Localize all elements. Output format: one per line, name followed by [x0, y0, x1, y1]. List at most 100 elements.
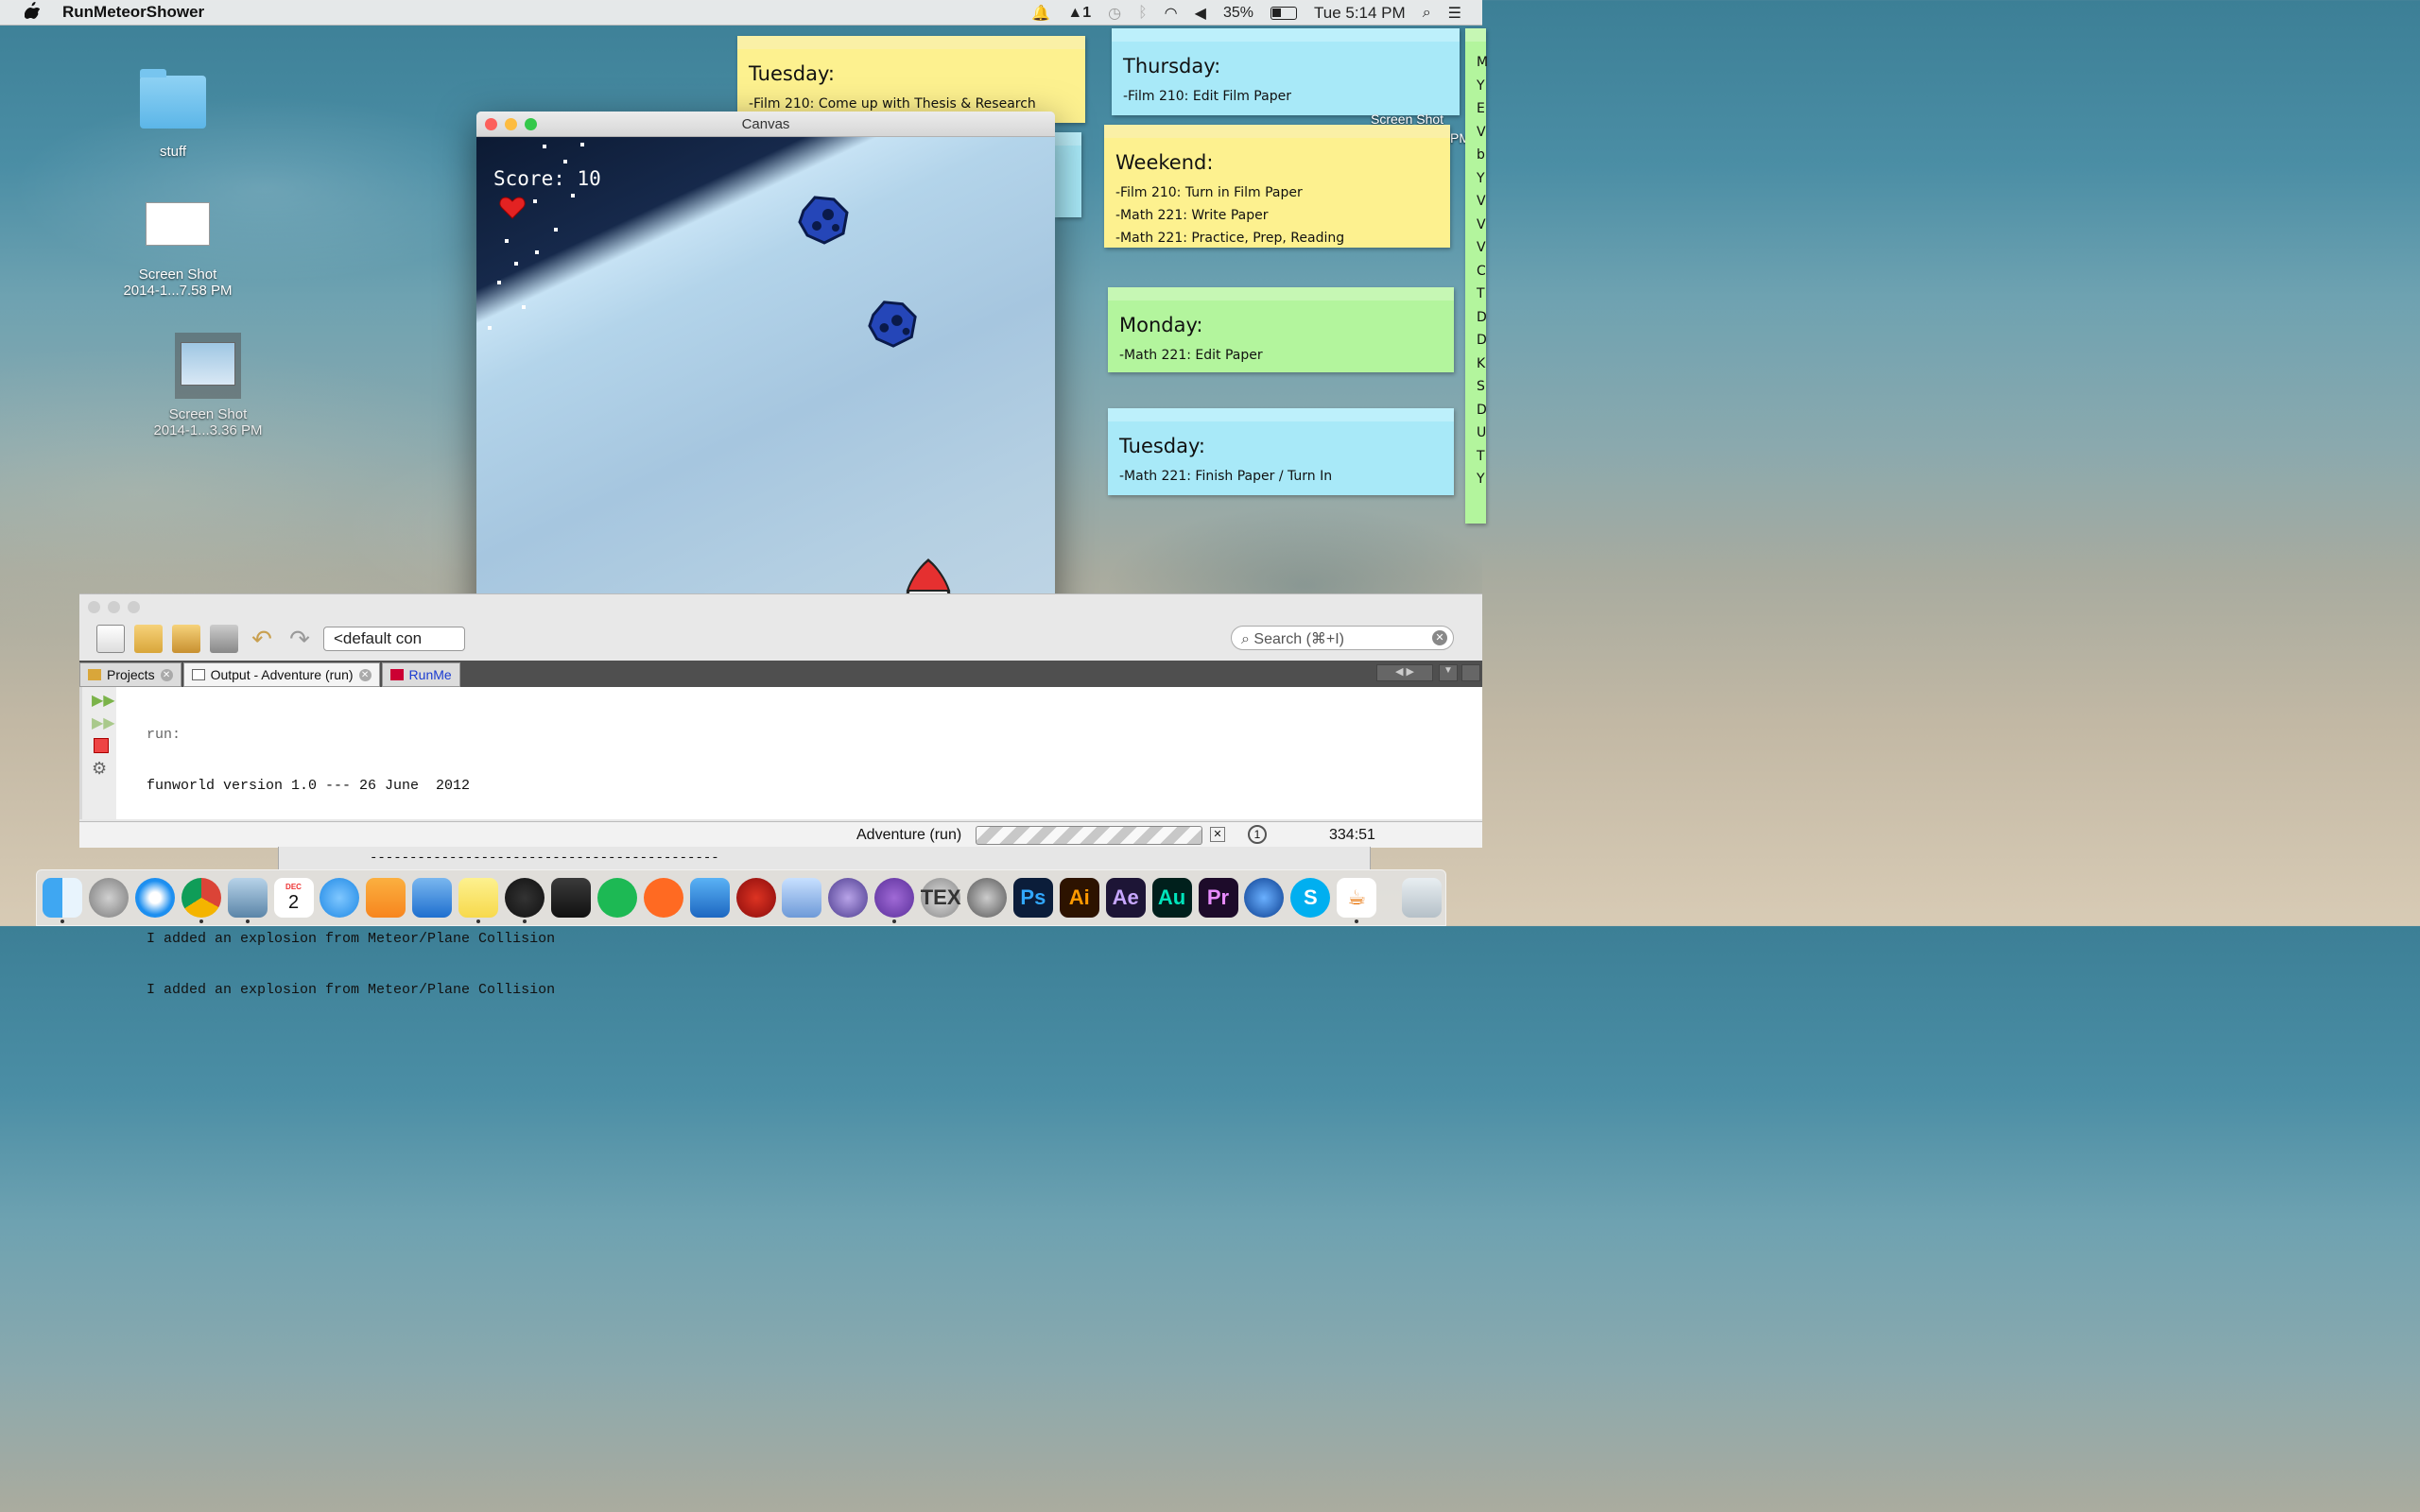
illustrator-icon[interactable]: Ai [1059, 878, 1099, 918]
messages-icon[interactable] [320, 878, 360, 918]
search-placeholder: Search (⌘+I) [1253, 631, 1345, 647]
volume-icon[interactable]: ◀ [1195, 4, 1206, 23]
spotlight-search-icon[interactable]: ⌕ [1423, 5, 1431, 22]
sticky-line: -Math 221: Write Paper [1115, 208, 1269, 223]
ide-zoom-button[interactable] [128, 601, 140, 613]
calendar-icon[interactable]: DEC 2 [273, 878, 314, 918]
preview-icon[interactable] [227, 878, 268, 918]
ide-search-input[interactable]: ⌕ Search (⌘+I) ✕ [1231, 626, 1454, 650]
sticky-note-hidden[interactable] [1055, 132, 1081, 217]
time-machine-icon[interactable]: ◷ [1108, 4, 1121, 23]
soundcloud-icon[interactable] [643, 878, 683, 918]
chrome-icon[interactable] [181, 878, 221, 918]
sticky-note-tuesday-math[interactable]: Tuesday: -Math 221: Finish Paper / Turn … [1108, 408, 1454, 495]
notification-bell-icon[interactable]: 🔔 [1031, 4, 1050, 23]
ide-titlebar[interactable] [79, 594, 1482, 620]
tab-projects[interactable]: Projects ✕ [79, 662, 182, 687]
meteor-icon [868, 301, 917, 348]
settings-gear-icon[interactable]: ⚙ [92, 759, 107, 779]
system-prefs-icon[interactable] [967, 878, 1007, 918]
premiere-icon[interactable]: Pr [1198, 878, 1238, 918]
sticky-note-edge[interactable]: MYEVbYVVVCTDDKSDUTY [1465, 28, 1488, 524]
tab-list-dropdown-icon[interactable]: ▼ [1439, 664, 1458, 681]
cursor-position: 334:51 [1329, 827, 1375, 843]
sticky-note-weekend[interactable]: Weekend: -Film 210: Turn in Film Paper -… [1104, 125, 1450, 248]
skype-icon[interactable]: S [1290, 878, 1331, 918]
desktop-screenshot-1[interactable]: Screen Shot 2014-1...7.58 PM [112, 202, 244, 299]
sticky-note-tuesday-film[interactable]: Tuesday: -Film 210: Come up with Thesis … [737, 36, 1085, 123]
wifi-icon[interactable]: ◠ [1165, 4, 1178, 23]
sticky-line: -Math 221: Edit Paper [1119, 348, 1263, 363]
desktop-folder-stuff[interactable]: stuff [132, 69, 214, 160]
activity-monitor-icon[interactable] [505, 878, 544, 918]
cancel-task-icon[interactable]: ✕ [1210, 827, 1225, 842]
projects-icon [88, 669, 101, 680]
tab-runme[interactable]: RunMe [381, 662, 460, 687]
canvas-titlebar[interactable]: Canvas [476, 112, 1055, 137]
spotify-icon[interactable] [596, 878, 637, 918]
new-file-button[interactable] [96, 625, 125, 653]
tab-scroll-arrows-icon[interactable]: ◀ ▶ [1376, 664, 1433, 681]
eclipse-icon[interactable] [828, 878, 869, 918]
app-name[interactable]: RunMeteorShower [62, 3, 204, 22]
clear-search-icon[interactable]: ✕ [1432, 630, 1447, 645]
output-line: I added an explosion from Meteor/Plane C… [147, 982, 556, 998]
output-gutter: ▶▶ ▶▶ ⚙ [82, 687, 116, 819]
notifications-icon[interactable]: 1 [1248, 825, 1267, 844]
ide-window[interactable]: ↶ ↷ <default con ⌕ Search (⌘+I) ✕ Projec… [79, 593, 1482, 998]
quicktime-icon[interactable] [1244, 878, 1285, 918]
adobe-creative-cloud-icon[interactable]: ▲1 [1067, 5, 1091, 22]
bluetooth-icon[interactable]: ᛒ [1138, 5, 1148, 22]
desktop-icon-label: Screen Shot [168, 406, 248, 422]
notification-center-icon[interactable]: ☰ [1448, 4, 1461, 23]
battery-icon[interactable] [1270, 6, 1297, 20]
apple-icon[interactable] [24, 1, 42, 24]
rerun-different-icon[interactable]: ▶▶ [92, 713, 115, 732]
photo-booth-icon[interactable] [550, 878, 591, 918]
github-icon[interactable] [874, 878, 915, 918]
running-indicator [892, 919, 897, 923]
running-indicator [199, 919, 203, 923]
menu-clock[interactable]: Tue 5:14 PM [1314, 4, 1406, 23]
ide-minimize-button[interactable] [108, 601, 120, 613]
finder-icon[interactable] [43, 878, 82, 918]
stickies-icon[interactable] [458, 878, 499, 918]
audition-icon[interactable]: Au [1151, 878, 1192, 918]
maximize-panel-icon[interactable] [1461, 664, 1480, 681]
sticky-line: -Film 210: Turn in Film Paper [1115, 185, 1303, 200]
textmate-icon[interactable] [735, 878, 776, 918]
desktop-icon-label: Screen Shot [138, 266, 217, 283]
output-panel[interactable]: ▶▶ ▶▶ ⚙ run: funworld version 1.0 --- 26… [79, 687, 1482, 998]
java-icon[interactable]: ☕ [1337, 878, 1377, 918]
tab-output[interactable]: Output - Adventure (run) ✕ [182, 662, 380, 687]
calendar-day: 2 [287, 892, 300, 913]
trash-icon[interactable] [1402, 878, 1443, 918]
safari-icon[interactable] [134, 878, 175, 918]
cube-icon[interactable] [782, 878, 822, 918]
launchpad-icon[interactable] [88, 878, 129, 918]
desktop-screenshot-2[interactable]: Screen Shot 2014-1...3.36 PM [142, 333, 274, 438]
close-tab-icon[interactable]: ✕ [160, 668, 173, 681]
ide-close-button[interactable] [88, 601, 100, 613]
sticky-note-thursday[interactable]: Thursday: -Film 210: Edit Film Paper [1112, 28, 1460, 115]
config-combo[interactable]: <default con [323, 627, 465, 651]
new-project-button[interactable] [134, 625, 163, 653]
java-file-icon [389, 669, 404, 680]
after-effects-icon[interactable]: Ae [1105, 878, 1146, 918]
close-tab-icon[interactable]: ✕ [358, 668, 372, 681]
battery-percent[interactable]: 35% [1223, 5, 1253, 22]
xcode-icon[interactable] [689, 878, 730, 918]
status-task: Adventure (run) [856, 827, 962, 843]
output-line: I added an explosion from Meteor/Plane C… [147, 931, 556, 947]
rerun-icon[interactable]: ▶▶ [92, 691, 115, 710]
redo-icon[interactable]: ↷ [285, 625, 314, 653]
open-project-button[interactable] [172, 625, 200, 653]
undo-icon[interactable]: ↶ [248, 625, 276, 653]
pages-icon[interactable] [366, 878, 406, 918]
photoshop-icon[interactable]: Ps [1012, 878, 1053, 918]
keynote-icon[interactable] [412, 878, 453, 918]
save-all-button[interactable] [210, 625, 238, 653]
tex-icon[interactable]: TEX [921, 878, 961, 918]
sticky-note-monday[interactable]: Monday: -Math 221: Edit Paper [1108, 287, 1454, 372]
stop-icon[interactable] [94, 738, 109, 753]
